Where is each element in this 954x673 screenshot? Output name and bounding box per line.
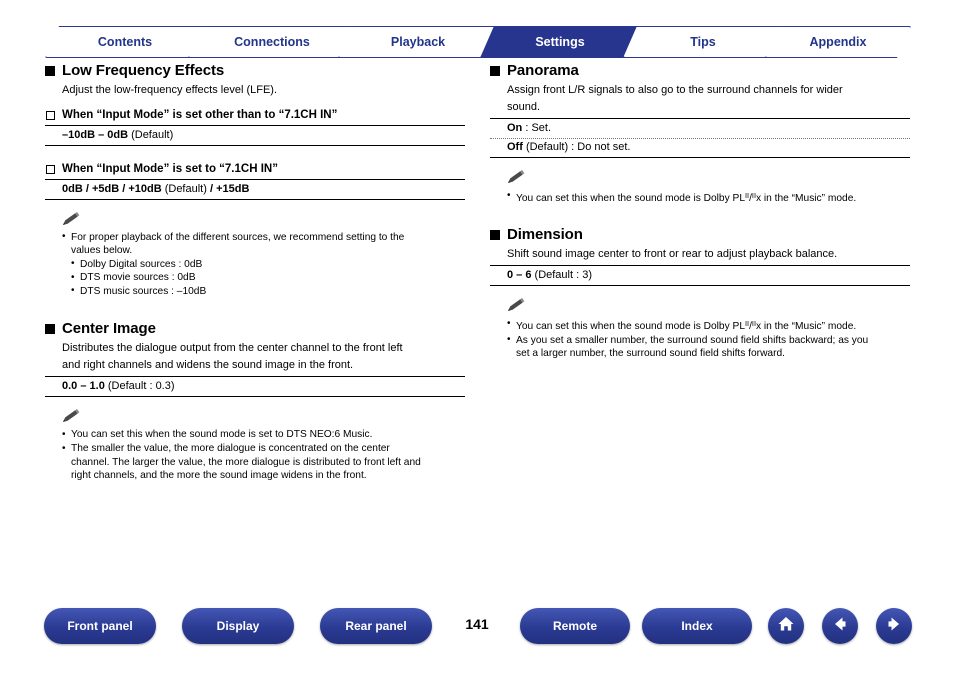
lfe-value-2-bold2: / +15dB <box>209 182 250 195</box>
panorama-value-row-on: On : Set. <box>490 118 910 139</box>
section-heading-panorama: Panorama <box>490 62 910 80</box>
remote-label: Remote <box>552 619 597 633</box>
tab-appendix-label: Appendix <box>809 35 867 49</box>
top-tab-bar: Contents Connections Playback Settings T… <box>45 26 911 58</box>
center-image-value-row: 0.0 – 1.0 (Default : 0.3) <box>45 376 465 398</box>
dimension-note-item: You can set this when the sound mode is … <box>507 317 910 334</box>
lfe-value-row-2: 0dB / +5dB / +10dB (Default) / +15dB <box>45 178 465 200</box>
center-image-note-item: channel. The larger the value, the more … <box>71 456 421 468</box>
dimension-value-rest: (Default : 3) <box>531 269 592 282</box>
right-column: Panorama Assign front L/R signals to als… <box>490 62 910 361</box>
panorama-note-pre: You can set this when the sound mode is … <box>516 193 745 205</box>
next-page-button[interactable] <box>876 608 912 644</box>
center-image-value-bold: 0.0 – 1.0 <box>62 380 105 393</box>
dimension-note-list: You can set this when the sound mode is … <box>507 317 910 361</box>
dimension-note-item: As you set a smaller number, the surroun… <box>507 333 910 348</box>
page-number: 141 <box>465 616 489 632</box>
section-heading-dimension: Dimension <box>490 226 910 244</box>
tab-contents-label: Contents <box>97 35 153 49</box>
lfe-note-item: DTS music sources : –10dB <box>62 284 465 299</box>
pencil-icon <box>62 211 82 228</box>
lfe-value-1-bold: –10dB – 0dB <box>62 128 129 141</box>
panorama-note-post: x in the “Music” mode. <box>755 193 857 205</box>
subheading-input-mode-71ch: When “Input Mode” is set to “7.1CH IN” <box>45 162 465 177</box>
panorama-off-rest: (Default) : Do not set. <box>522 141 631 153</box>
remote-button[interactable]: Remote <box>520 608 630 644</box>
dimension-note1-post: x in the “Music” mode. <box>755 321 857 333</box>
rear-panel-label: Rear panel <box>345 619 407 633</box>
tab-settings-label: Settings <box>535 35 585 49</box>
left-column: Low Frequency Effects Adjust the low-fre… <box>45 62 465 483</box>
dimension-note-item: set a larger number, the surround sound … <box>516 348 785 360</box>
tab-connections-label: Connections <box>234 35 310 49</box>
center-image-note-item: The smaller the value, the more dialogue… <box>62 442 465 456</box>
dimension-note-block: You can set this when the sound mode is … <box>490 298 910 361</box>
index-button[interactable]: Index <box>642 608 752 644</box>
home-button[interactable] <box>768 608 804 644</box>
center-image-value-rest: (Default : 0.3) <box>104 380 175 393</box>
lfe-note-list: For proper playback of the different sou… <box>62 230 465 299</box>
lfe-note-item: DTS movie sources : 0dB <box>62 271 465 285</box>
dimension-description: Shift sound image center to front or rea… <box>507 247 838 260</box>
center-image-note-block: You can set this when the sound mode is … <box>45 409 465 482</box>
lfe-note-item: For proper playback of the different sou… <box>62 230 465 245</box>
low-frequency-effects-description: Adjust the low-frequency effects level (… <box>62 84 278 96</box>
panorama-description-line1: Assign front L/R signals to also go to t… <box>507 84 843 96</box>
panorama-note-item: You can set this when the sound mode is … <box>507 189 910 206</box>
tab-playback[interactable]: Playback <box>338 26 498 58</box>
display-label: Display <box>216 619 260 633</box>
center-image-note-list: You can set this when the sound mode is … <box>62 428 465 482</box>
previous-page-button[interactable] <box>822 608 858 644</box>
center-image-note-item: right channels, and the more the sound i… <box>71 470 367 482</box>
tab-contents[interactable]: Contents <box>45 26 205 58</box>
footer-bar: Front panel Display Rear panel 141 Remot… <box>0 608 954 648</box>
lfe-note-block: For proper playback of the different sou… <box>45 211 465 299</box>
pencil-icon <box>507 298 527 314</box>
section-heading-center-image: Center Image <box>45 320 465 338</box>
lfe-value-2-bold: 0dB / +5dB / +10dB <box>62 182 162 195</box>
center-image-description-line2: and right channels and widens the sound … <box>62 358 354 371</box>
tab-playback-label: Playback <box>390 35 446 49</box>
tab-tips[interactable]: Tips <box>623 26 783 58</box>
panorama-off-bold: Off <box>507 141 523 153</box>
lfe-value-2-mid: (Default) <box>161 182 210 195</box>
pencil-icon <box>507 170 527 186</box>
center-image-note-item: You can set this when the sound mode is … <box>62 428 465 442</box>
lfe-note-item: Dolby Digital sources : 0dB <box>62 257 465 272</box>
arrow-right-icon <box>885 615 903 638</box>
dimension-note1-pre: You can set this when the sound mode is … <box>516 321 745 333</box>
arrow-left-icon <box>831 615 849 638</box>
front-panel-button[interactable]: Front panel <box>44 608 156 644</box>
display-button[interactable]: Display <box>182 608 294 644</box>
center-image-description-line1: Distributes the dialogue output from the… <box>62 342 403 355</box>
front-panel-label: Front panel <box>67 619 133 633</box>
tab-connections[interactable]: Connections <box>188 26 356 58</box>
panorama-note-block: You can set this when the sound mode is … <box>490 170 910 206</box>
panorama-value-row-off: Off (Default) : Do not set. <box>490 140 910 158</box>
panorama-on-bold: On <box>507 122 523 134</box>
dimension-value-bold: 0 – 6 <box>507 269 532 282</box>
section-heading-low-frequency-effects: Low Frequency Effects <box>45 62 465 80</box>
home-icon <box>777 615 795 638</box>
panorama-on-rest: : Set. <box>522 122 552 134</box>
dimension-value-row: 0 – 6 (Default : 3) <box>490 265 910 287</box>
tab-tips-label: Tips <box>690 35 716 49</box>
panorama-note-list: You can set this when the sound mode is … <box>507 189 910 206</box>
tab-appendix[interactable]: Appendix <box>765 26 911 58</box>
subheading-input-mode-other: When “Input Mode” is set other than to “… <box>45 108 465 123</box>
pencil-icon <box>62 409 82 425</box>
lfe-value-row-1: –10dB – 0dB (Default) <box>45 124 465 146</box>
tab-settings[interactable]: Settings <box>480 26 640 58</box>
rear-panel-button[interactable]: Rear panel <box>320 608 432 644</box>
lfe-note-item: values below. <box>71 245 133 257</box>
index-label: Index <box>681 619 713 633</box>
lfe-value-1-rest: (Default) <box>128 128 174 141</box>
panorama-description-line2: sound. <box>507 100 541 113</box>
